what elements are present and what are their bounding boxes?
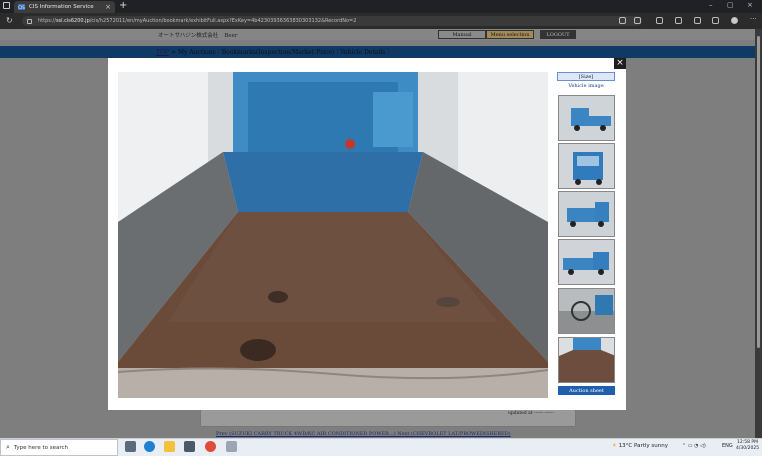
vehicle-image-label: Vehicle image <box>568 83 604 89</box>
minimize-icon[interactable]: – <box>709 1 713 9</box>
mail-icon[interactable] <box>184 441 195 452</box>
close-window-icon[interactable]: × <box>747 1 753 9</box>
tab-title: CIS Information Service <box>29 4 94 10</box>
favorites-icon[interactable] <box>694 17 701 24</box>
more-menu-icon[interactable]: ··· <box>750 15 757 23</box>
favorite-star-icon[interactable] <box>634 17 641 24</box>
file-explorer-icon[interactable] <box>164 441 175 452</box>
thumbnail-1[interactable] <box>558 95 615 141</box>
tab-close-icon[interactable]: × <box>105 3 111 11</box>
browser-titlebar: CIS CIS Information Service × + – ▢ × <box>0 0 762 13</box>
profile-avatar[interactable] <box>731 17 738 24</box>
url-field[interactable]: https://ssl.cis6200.jp/cis/h2572011/en/m… <box>22 16 642 26</box>
taskbar-search-input[interactable]: ⌕ Type here to search <box>0 439 118 456</box>
new-tab-icon[interactable]: + <box>119 0 127 11</box>
weather-widget[interactable]: ☀ 13°C Partly sunny <box>612 443 668 449</box>
scrollbar-thumb[interactable] <box>757 36 760 348</box>
site-header <box>0 29 755 40</box>
url-text: https://ssl.cis6200.jp/cis/h2572011/en/m… <box>38 18 357 24</box>
chrome-icon[interactable] <box>205 441 216 452</box>
weather-text: 13°C Partly sunny <box>618 443 668 449</box>
thumbnail-5[interactable] <box>558 288 615 334</box>
auction-sheet-button[interactable]: Auction sheet <box>558 386 615 395</box>
company-name: オートサハジン株式会社 Beer <box>158 33 238 39</box>
extensions-icon[interactable] <box>675 17 682 24</box>
maximize-icon[interactable]: ▢ <box>727 1 734 9</box>
prev-next-links[interactable]: Prev (SUZUKI CARRY TRUCK 4WD/KC AIR COND… <box>216 431 511 437</box>
app-icon[interactable] <box>226 441 237 452</box>
thumbnail-3[interactable] <box>558 191 615 237</box>
split-screen-icon[interactable] <box>656 17 663 24</box>
thumbnail-2[interactable] <box>558 143 615 189</box>
edge-icon[interactable] <box>144 441 155 452</box>
clock-date: 4/30/2025 <box>736 446 760 451</box>
logout-button[interactable]: LOGOUT <box>540 30 576 39</box>
task-view-icon[interactable] <box>125 441 136 452</box>
breadcrumb-path: > My Auctions｜Bookmarks(Inspection/Marke… <box>170 49 392 56</box>
clock[interactable]: 12:58 PM 4/30/2025 <box>736 440 759 452</box>
language-indicator[interactable]: ENG <box>722 443 733 449</box>
thumbnail-4[interactable] <box>558 239 615 285</box>
close-icon[interactable]: × <box>614 58 626 69</box>
main-vehicle-photo <box>118 72 548 398</box>
browser-tab[interactable]: CIS CIS Information Service × <box>14 1 115 13</box>
address-bar-row: ↻ https://ssl.cis6200.jp/cis/h2572011/en… <box>0 13 762 29</box>
sidebar-toggle-icon[interactable] <box>3 2 10 9</box>
tray-icons[interactable]: ⌃ ▭ ◔ ◁) <box>682 443 706 449</box>
search-placeholder: Type here to search <box>13 444 68 451</box>
updated-text: updated at ------ ------ <box>508 411 554 416</box>
search-icon: ⌕ <box>6 443 10 451</box>
favicon-icon: CIS <box>18 4 25 10</box>
reload-icon[interactable]: ↻ <box>6 16 13 25</box>
menu-selection-button[interactable]: Menu selection <box>486 30 534 39</box>
lock-icon <box>27 18 32 24</box>
thumbnail-6[interactable] <box>558 337 615 383</box>
weather-icon: ☀ <box>612 443 617 449</box>
breadcrumb-top-link[interactable]: TOP <box>156 49 169 56</box>
manual-button[interactable]: Manual <box>438 30 486 39</box>
collections-icon[interactable] <box>712 17 719 24</box>
size-button[interactable]: [Size] <box>557 72 615 81</box>
breadcrumb: TOP > My Auctions｜Bookmarks(Inspection/M… <box>156 47 391 56</box>
read-aloud-icon[interactable] <box>619 17 626 24</box>
